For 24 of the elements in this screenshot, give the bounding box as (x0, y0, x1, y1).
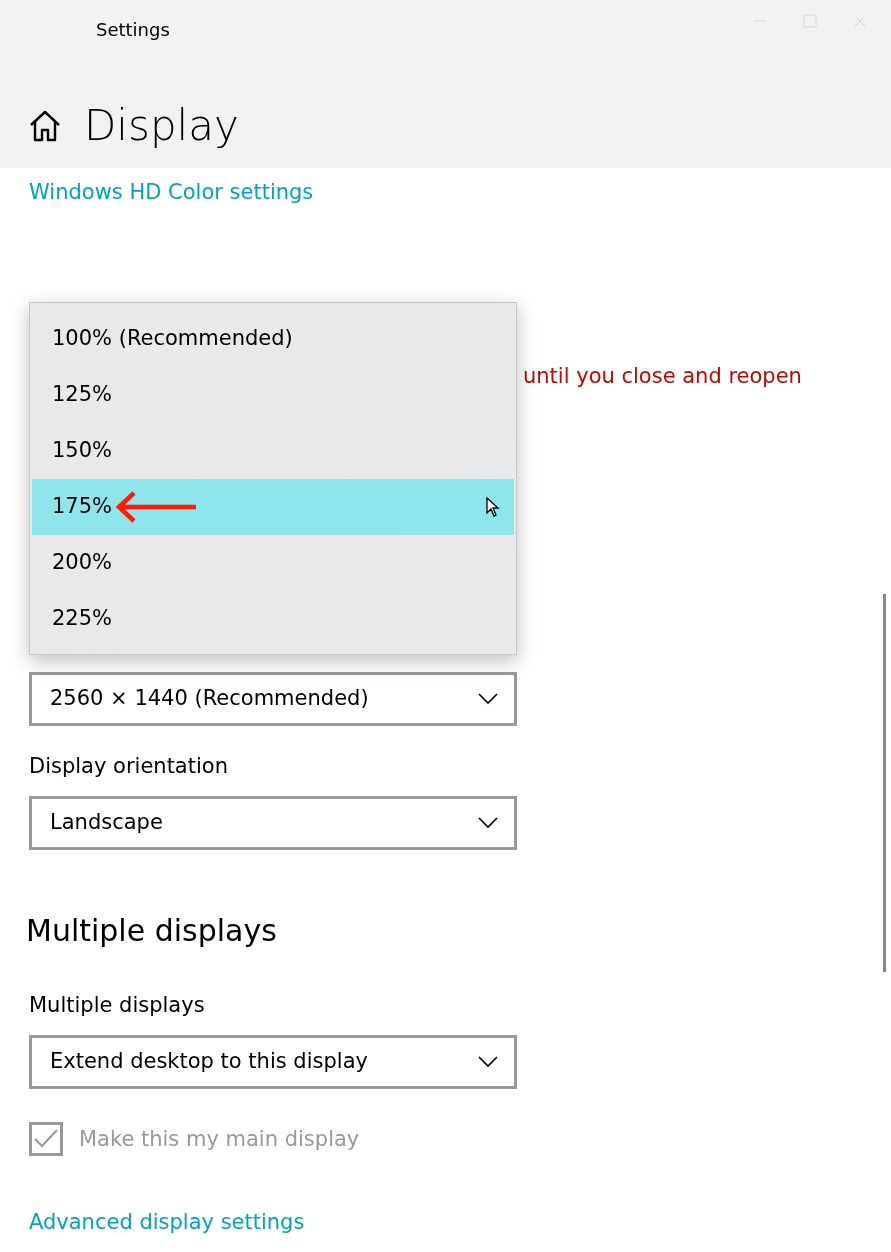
chevron-icon (478, 1056, 498, 1068)
orientation-dropdown[interactable]: Landscape (29, 796, 517, 850)
multiple-displays-dropdown[interactable]: Extend desktop to this display (29, 1035, 517, 1089)
menu-item[interactable]: 100% (Recommended) (32, 311, 514, 367)
resolution-dropdown[interactable]: 2560 × 1440 (Recommended) (29, 672, 517, 726)
window-title: Settings (96, 18, 170, 42)
menu-item[interactable]: 175% (32, 479, 514, 535)
chevron-icon (478, 693, 498, 705)
cursor-icon (486, 497, 500, 517)
field-label: Multiple displays (29, 992, 206, 1019)
menu-item[interactable]: 225% (32, 591, 514, 647)
field-label: Display orientation (29, 753, 229, 780)
arrow-icon (114, 490, 199, 524)
warning-text: until you close and reopen (523, 363, 802, 390)
chevron-icon (478, 817, 498, 829)
menu-item[interactable]: 200% (32, 535, 514, 591)
section-heading: Multiple displays (26, 913, 278, 949)
menu-item[interactable]: 150% (32, 423, 514, 479)
page-title: Display (84, 100, 239, 152)
scrollbar[interactable] (883, 594, 886, 972)
home-icon[interactable] (28, 110, 62, 142)
menu-item[interactable]: 125% (32, 367, 514, 423)
close-icon[interactable] (853, 14, 867, 28)
checkbox-label: Make this my main display (79, 1126, 360, 1153)
